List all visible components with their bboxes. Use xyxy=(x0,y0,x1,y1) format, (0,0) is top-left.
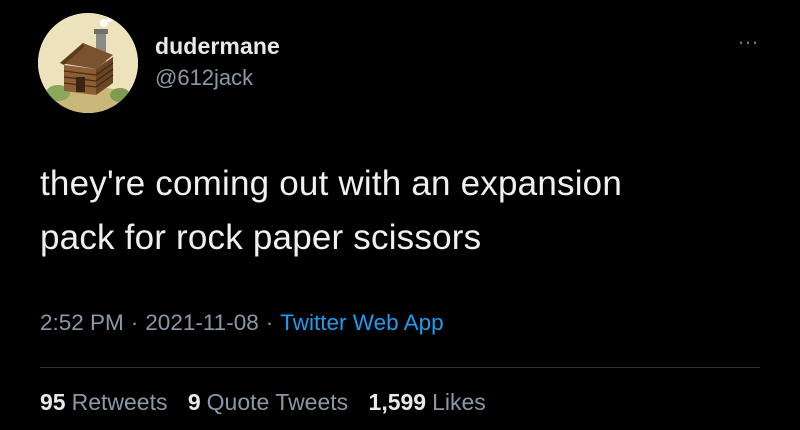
quote-tweets-stat[interactable]: 9 Quote Tweets xyxy=(188,389,348,415)
display-name[interactable]: dudermane xyxy=(155,33,280,60)
tweet-text-line: pack for rock paper scissors xyxy=(40,218,482,257)
tweet-date[interactable]: 2021-11-08 xyxy=(145,310,258,335)
tweet-stats: 95 Retweets 9 Quote Tweets 1,599 Likes xyxy=(40,389,500,416)
likes-label: Likes xyxy=(432,389,486,415)
tweet-time[interactable]: 2:52 PM xyxy=(40,310,124,335)
user-handle[interactable]: @612jack xyxy=(155,65,253,91)
likes-count: 1,599 xyxy=(368,389,427,415)
tweet-text: they're coming out with an expansion pac… xyxy=(40,157,760,265)
separator-dot: · xyxy=(130,310,139,335)
separator-dot: · xyxy=(265,310,274,335)
avatar[interactable] xyxy=(38,13,138,113)
retweets-label: Retweets xyxy=(71,389,168,415)
tweet-text-line: they're coming out with an expansion xyxy=(40,164,622,203)
divider xyxy=(40,367,760,368)
tweet-source-link[interactable]: Twitter Web App xyxy=(280,310,443,335)
likes-stat[interactable]: 1,599 Likes xyxy=(369,389,486,415)
log-cabin-icon xyxy=(38,13,138,113)
tweet-meta: 2:52 PM · 2021-11-08 · Twitter Web App xyxy=(40,310,444,336)
tweet-card: dudermane @612jack … they're coming out … xyxy=(0,0,800,430)
quote-tweets-count: 9 xyxy=(187,389,201,415)
more-options-icon[interactable]: … xyxy=(737,26,760,48)
retweets-stat[interactable]: 95 Retweets xyxy=(40,389,167,415)
retweets-count: 95 xyxy=(40,389,66,415)
quote-tweets-label: Quote Tweets xyxy=(206,389,349,415)
